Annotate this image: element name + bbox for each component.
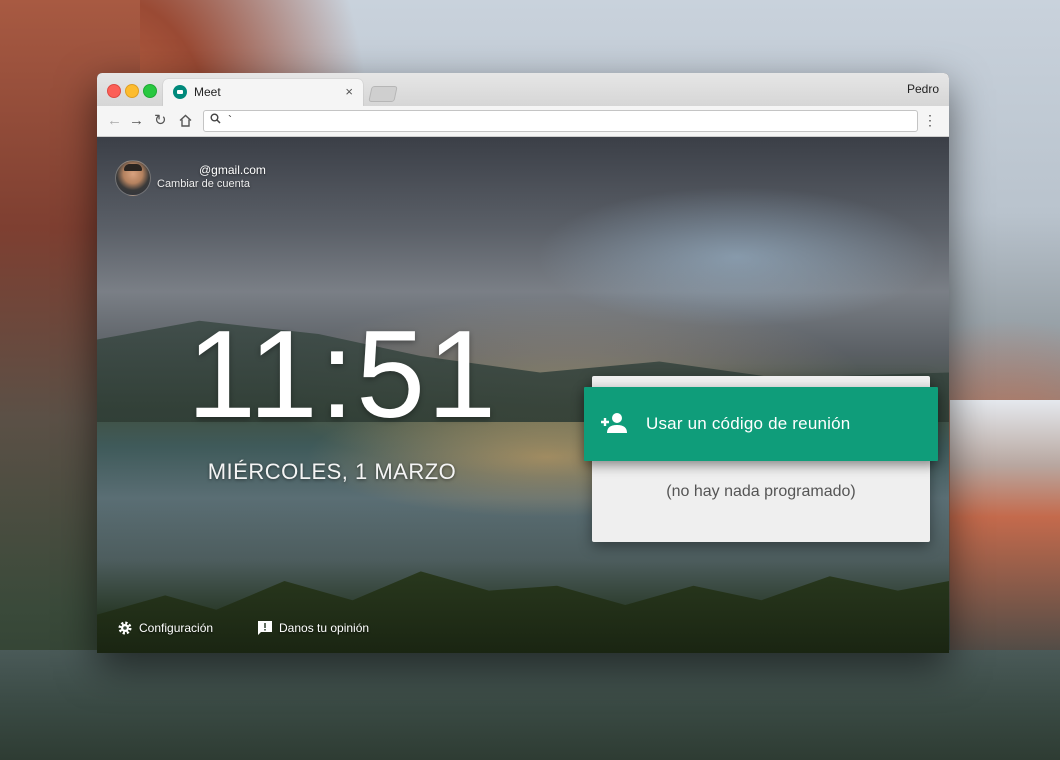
back-arrow-icon[interactable]: ←	[107, 112, 122, 130]
avatar[interactable]	[115, 160, 151, 196]
use-meeting-code-label: Usar un código de reunión	[646, 414, 851, 433]
reload-icon[interactable]: ↻	[154, 112, 167, 130]
use-meeting-code-button[interactable]: Usar un código de reunión	[584, 387, 938, 461]
tab-close-icon[interactable]: ×	[345, 84, 353, 99]
desktop-wallpaper-bottom	[0, 650, 1060, 760]
feedback-icon	[257, 620, 273, 636]
settings-label: Configuración	[139, 621, 214, 635]
search-icon	[210, 113, 221, 127]
background-trees	[97, 571, 949, 653]
profile-name[interactable]: Pedro	[907, 82, 939, 96]
clock-time: 11:51	[187, 306, 499, 444]
title-bar: Meet × Pedro	[97, 73, 949, 106]
meet-logo-icon	[173, 85, 187, 99]
browser-menu-icon[interactable]: ⋮	[923, 112, 937, 129]
address-bar[interactable]: `	[203, 110, 918, 132]
close-window-button[interactable]	[107, 84, 121, 98]
tab-meet[interactable]: Meet ×	[163, 79, 363, 106]
browser-window: Meet × Pedro ← → ↻ ` ⋮ @gmail.com Cambia…	[97, 73, 949, 653]
person-add-icon	[600, 411, 628, 435]
meet-new-tab-page: @gmail.com Cambiar de cuenta 11:51 MIÉRC…	[97, 137, 949, 653]
tab-title: Meet	[194, 85, 221, 99]
zoom-window-button[interactable]	[143, 84, 157, 98]
feedback-label: Danos tu opinión	[279, 621, 370, 635]
address-bar-text: `	[228, 113, 232, 127]
feedback-link[interactable]: Danos tu opinión	[257, 620, 369, 636]
gear-icon	[117, 620, 133, 636]
desktop-wallpaper-right	[950, 400, 1060, 660]
switch-account-link[interactable]: Cambiar de cuenta	[157, 178, 250, 190]
account-email: @gmail.com	[199, 163, 266, 177]
no-meetings-message: (no hay nada programado)	[666, 483, 856, 500]
home-icon[interactable]	[179, 112, 192, 132]
new-tab-button[interactable]	[368, 86, 398, 102]
settings-link[interactable]: Configuración	[117, 620, 213, 636]
clock-date: MIÉRCOLES, 1 MARZO	[207, 459, 457, 484]
minimize-window-button[interactable]	[125, 84, 139, 98]
forward-arrow-icon[interactable]: →	[129, 112, 144, 130]
browser-toolbar: ← → ↻ ` ⋮	[97, 106, 949, 137]
